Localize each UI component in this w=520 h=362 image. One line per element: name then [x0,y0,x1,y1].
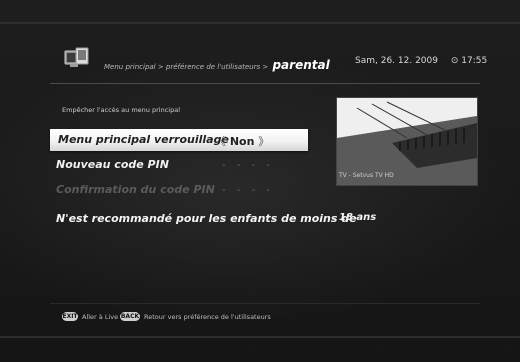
back-key-icon[interactable]: BACK [120,312,140,321]
exit-key-icon[interactable]: EXIT [62,312,78,321]
menu-lock-selector[interactable]: 《 Non 》 [215,133,269,149]
new-pin-label: Nouveau code PIN [56,158,169,171]
exit-key-label: Aller à Live [82,313,119,321]
header-divider [50,83,480,84]
user-preferences-icon [64,47,90,69]
chevron-left-icon[interactable]: 《 [215,135,226,148]
date-text: Sam, 26. 12. 2009 [355,56,438,66]
menu-lock-value: Non [229,135,255,148]
menu-lock-setting[interactable]: Menu principal verrouillage 《 Non 》 [50,129,308,151]
back-key-label: Retour vers préférence de l'utilisateurs [144,313,271,321]
screen-fold-line [0,22,520,24]
date-time: Sam, 26. 12. 2009 ⊙ 17:55 [355,56,487,66]
clock-text: ⊙ 17:55 [450,56,488,66]
section-title: Empêcher l'accès au menu principal [62,106,180,114]
age-rating-label: N'est recommandé pour les enfants de moi… [56,212,357,225]
preview-channel-caption: TV - Setvus TV HD [339,172,394,179]
breadcrumb: Menu principal > préférence de l'utilisa… [104,58,330,72]
chevron-right-icon[interactable]: 》 [258,135,269,148]
footer-divider [50,303,480,304]
confirm-pin-input: - - - - [222,185,274,196]
menu-lock-label: Menu principal verrouillage [58,133,229,146]
breadcrumb-path: Menu principal > préférence de l'utilisa… [104,63,269,71]
screen-fold-line [0,336,520,338]
age-rating-setting[interactable]: N'est recommandé pour les enfants de moi… [56,212,357,225]
confirm-pin-label: Confirmation du code PIN [56,183,215,196]
page-title: parental [272,58,330,72]
new-pin-input[interactable]: - - - - [222,160,274,171]
new-pin-setting[interactable]: Nouveau code PIN [56,158,169,171]
confirm-pin-setting: Confirmation du code PIN [56,183,215,196]
age-rating-value[interactable]: 18 ans [339,212,376,223]
tv-menu-screen: Menu principal > préférence de l'utilisa… [0,0,520,362]
